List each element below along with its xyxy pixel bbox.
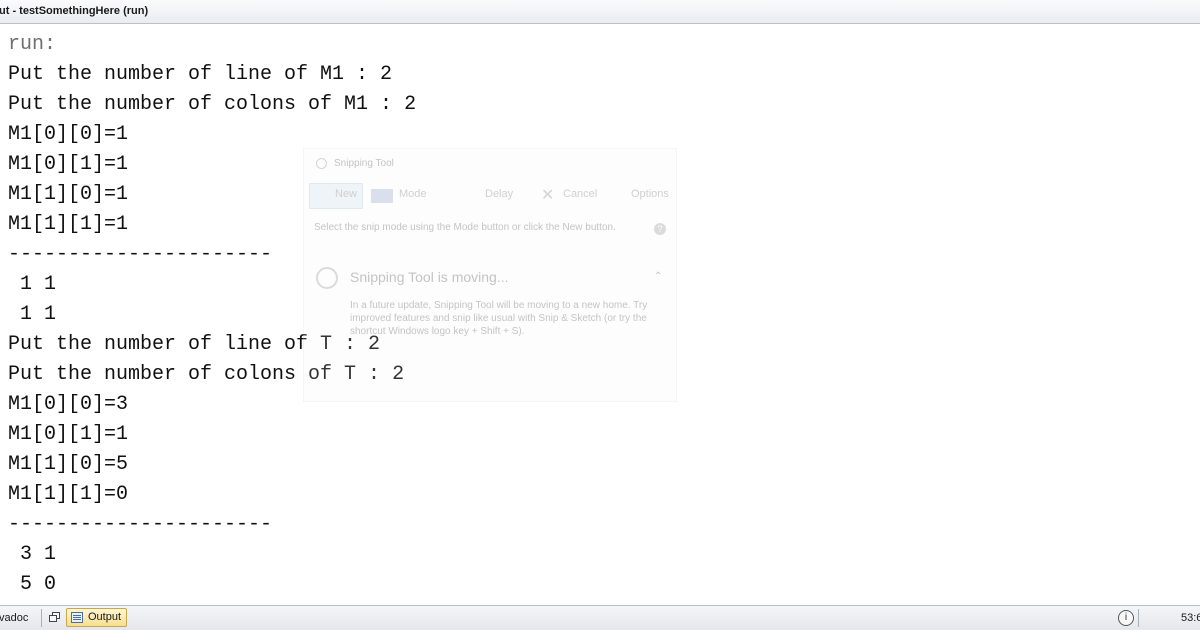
snipping-toolbar: New Mode Delay ✕ Cancel Options <box>309 183 673 209</box>
snip-moving-heading: Snipping Tool is moving... <box>350 269 509 285</box>
console-line: M1[1][1]=0 <box>8 483 129 506</box>
javadoc-tab-label[interactable]: vadoc <box>0 612 28 624</box>
console-line: Put the number of colons of M1 : 2 <box>8 93 417 116</box>
snip-options-label: Options <box>631 188 669 200</box>
notification-icon[interactable]: i <box>1118 610 1134 626</box>
cursor-position: 53:6 <box>1181 612 1200 624</box>
console-line: M1[1][1]=1 <box>8 213 129 236</box>
output-title-bar[interactable]: ut - testSomethingHere (run) <box>0 0 1200 24</box>
help-icon: ? <box>654 223 666 235</box>
snip-delay-label: Delay <box>485 188 514 200</box>
console-separator: ---------------------- <box>8 243 273 266</box>
output-tab[interactable]: Output <box>66 608 127 627</box>
status-divider <box>41 609 42 627</box>
snip-mode-icon <box>371 189 393 203</box>
snipping-tool-ghost-overlay: Snipping Tool New Mode Delay ✕ Cancel Op… <box>303 148 677 402</box>
status-divider <box>1138 609 1139 627</box>
console-line-run: run: <box>8 33 57 56</box>
console-line: 1 1 <box>8 273 57 296</box>
output-tab-label: Output <box>88 611 122 623</box>
restore-window-icon[interactable] <box>49 612 60 622</box>
output-window-title: ut - testSomethingHere (run) <box>0 5 149 17</box>
console-line: M1[0][1]=1 <box>8 153 129 176</box>
snip-new-label: New <box>335 188 358 200</box>
snipping-tool-icon <box>316 158 327 169</box>
console-line: M1[0][0]=1 <box>8 123 129 146</box>
snip-mode-label: Mode <box>399 188 427 200</box>
snip-moving-body: In a future update, Snipping Tool will b… <box>350 300 648 337</box>
console-separator: ---------------------- <box>8 513 273 536</box>
snipping-tool-title: Snipping Tool <box>334 158 394 169</box>
console-line: M1[1][0]=5 <box>8 453 129 476</box>
output-window-icon <box>71 612 83 623</box>
console-line: M1[1][0]=1 <box>8 183 129 206</box>
close-icon: ✕ <box>541 187 555 204</box>
snip-hint-text: Select the snip mode using the Mode butt… <box>314 222 616 233</box>
console-line: 5 0 <box>8 573 57 596</box>
console-line: M1[0][1]=1 <box>8 423 129 446</box>
status-bar: vadoc Output i 53:6 <box>0 605 1200 630</box>
console-line: 1 1 <box>8 303 57 326</box>
console-line: 3 1 <box>8 543 57 566</box>
console-line: Put the number of line of M1 : 2 <box>8 63 393 86</box>
snip-cancel-label: Cancel <box>563 188 598 200</box>
ide-window: ut - testSomethingHere (run) run: Put th… <box>0 0 1200 630</box>
console-line: M1[0][0]=3 <box>8 393 129 416</box>
snipping-moving-icon <box>316 267 338 289</box>
chevron-up-icon: ⌃ <box>654 271 663 282</box>
